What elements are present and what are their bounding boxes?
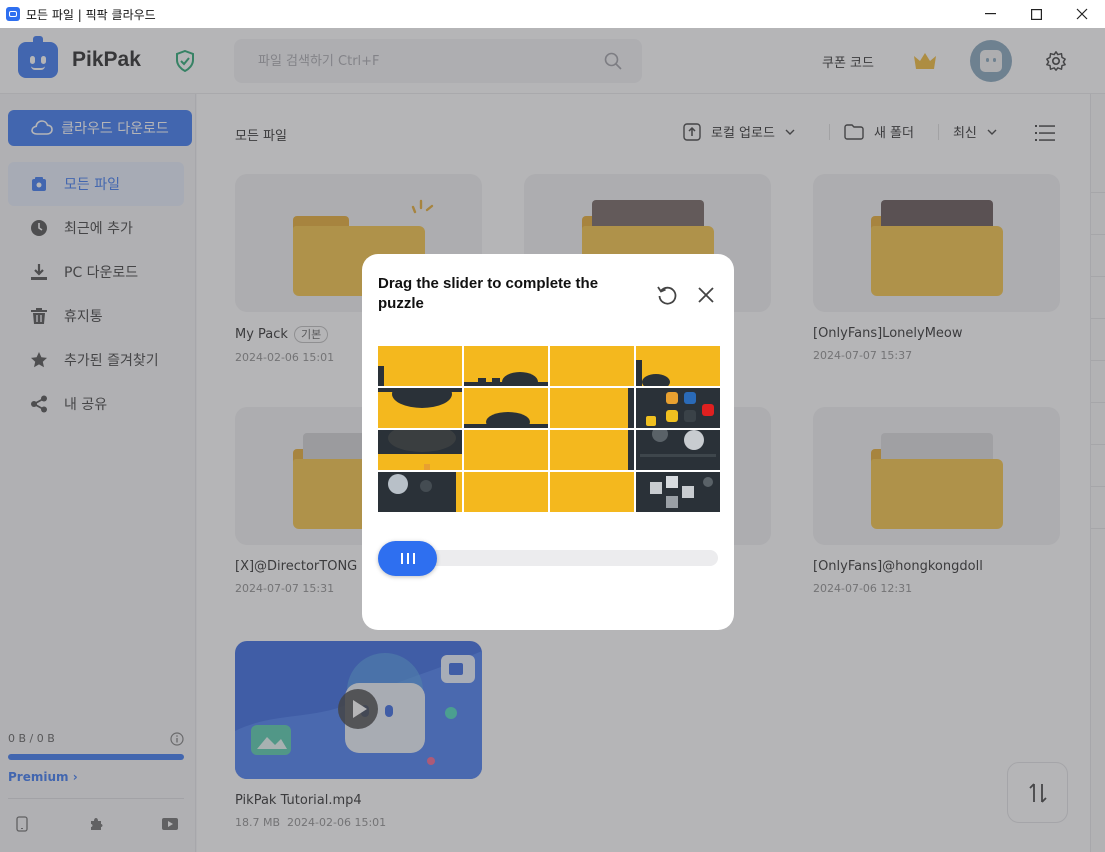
puzzle-tile — [378, 472, 462, 512]
puzzle-tile — [550, 346, 634, 386]
refresh-icon[interactable] — [656, 284, 678, 306]
grip-line-icon — [400, 553, 403, 564]
puzzle-tile — [464, 388, 548, 428]
app-icon — [6, 7, 20, 21]
puzzle-tile — [636, 430, 720, 470]
puzzle-tile — [464, 430, 548, 470]
maximize-button[interactable] — [1013, 0, 1059, 28]
window-controls — [967, 0, 1105, 28]
puzzle-tile — [464, 472, 548, 512]
captcha-dialog: Drag the slider to complete the puzzle — [362, 254, 734, 630]
puzzle-tile — [550, 388, 634, 428]
grip-line-icon — [406, 553, 409, 564]
puzzle-tile — [464, 346, 548, 386]
puzzle-tile — [636, 346, 720, 386]
puzzle-tile — [378, 346, 462, 386]
puzzle-tile — [378, 430, 462, 470]
puzzle-tile — [636, 472, 720, 512]
close-icon — [1076, 8, 1088, 20]
window-title: 모든 파일 | 픽팍 클라우드 — [26, 7, 156, 22]
slider-handle[interactable] — [378, 541, 437, 576]
close-icon[interactable] — [696, 285, 716, 305]
captcha-title: Drag the slider to complete the puzzle — [378, 275, 599, 312]
puzzle-tile — [636, 388, 720, 428]
close-window-button[interactable] — [1059, 0, 1105, 28]
puzzle-tile — [550, 472, 634, 512]
puzzle-tile — [378, 388, 462, 428]
minimize-button[interactable] — [967, 0, 1013, 28]
minimize-icon — [984, 13, 996, 15]
grip-line-icon — [412, 553, 415, 564]
maximize-icon — [1030, 8, 1042, 20]
puzzle-image — [378, 346, 720, 515]
puzzle-tile — [550, 430, 634, 470]
window-titlebar: 모든 파일 | 픽팍 클라우드 — [0, 0, 1105, 28]
